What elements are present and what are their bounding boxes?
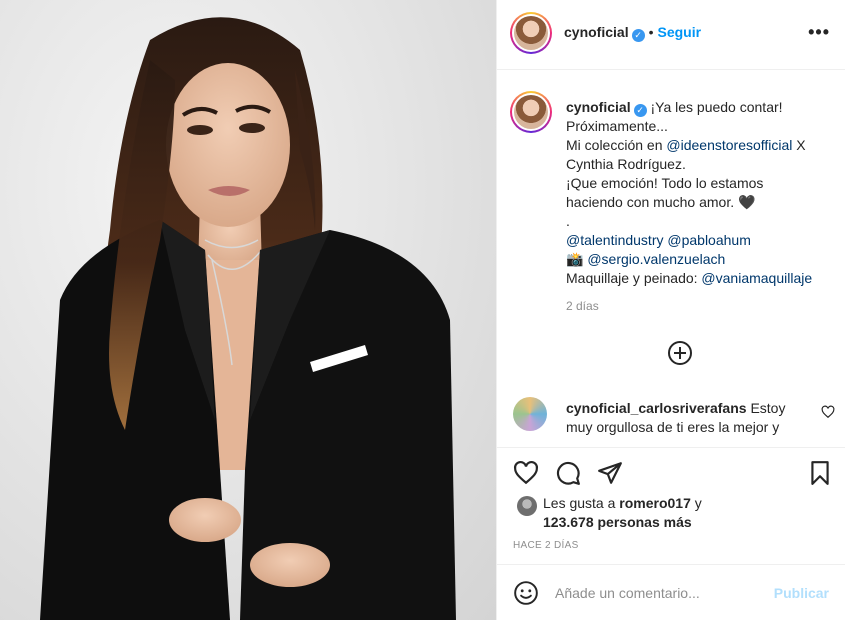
more-options-icon[interactable]: ••• [808,22,830,43]
comment-icon[interactable] [555,460,581,486]
add-comment-bar: Publicar [497,564,845,620]
likes-summary: Les gusta a romero017 y 123.678 personas… [497,494,845,534]
verified-badge-icon: ✓ [633,104,647,117]
separator-dot: • [648,24,654,40]
caption-line-3-suffix: X [792,137,806,153]
caption-line-2: Próximamente... [566,118,668,134]
comment-avatar[interactable] [513,397,547,431]
likes-middle: y [690,495,702,511]
caption-username[interactable]: cynoficial [566,99,631,115]
comment-username[interactable]: cynoficial_carlosriverafans [566,400,747,416]
plus-circle-icon[interactable] [668,341,692,365]
emoji-icon[interactable] [513,580,539,606]
header-username[interactable]: cynoficial [564,24,629,40]
mention-vaniamaquillaje[interactable]: @vaniamaquillaje [701,270,812,286]
post-header: cynoficial ✓ • Seguir ••• [497,0,845,70]
header-user: cynoficial ✓ • Seguir [564,24,701,42]
comment-input[interactable] [555,581,755,605]
liker-avatar[interactable] [517,496,537,516]
likes-count[interactable]: 123.678 personas más [543,514,692,530]
post-side-panel: cynoficial ✓ • Seguir ••• cynoficial ✓ ¡Ya l… [496,0,845,620]
mention-ideenstoresofficial[interactable]: @ideenstoresofficial [666,137,792,153]
caption-line-4: Cynthia Rodríguez. [566,156,686,172]
caption-line-7: . [566,213,570,229]
mention-talentindustry[interactable]: @talentindustry [566,232,663,248]
mention-pabloahum[interactable]: @pabloahum [667,232,751,248]
share-icon[interactable] [597,460,623,486]
caption-line-1: ¡Ya les puedo contar! [650,99,783,115]
comment-heart-icon[interactable] [821,405,835,419]
bookmark-icon[interactable] [807,460,833,486]
avatar[interactable] [510,12,552,54]
verified-badge-icon: ✓ [631,29,645,42]
action-bar [497,447,845,499]
publish-button[interactable]: Publicar [774,585,829,601]
comment-text: cynoficial_carlosriverafans Estoy muy or… [566,399,811,437]
likes-user[interactable]: romero017 [619,495,691,511]
caption-line-6: haciendo con mucho amor. 🖤 [566,194,756,210]
post-age[interactable]: HACE 2 DÍAS [513,540,579,551]
post-photo[interactable] [0,0,496,620]
heart-icon[interactable] [513,460,539,486]
caption-timestamp[interactable]: 2 días [566,299,599,313]
caption-area: cynoficial ✓ ¡Ya les puedo contar! Próxim… [497,71,845,446]
caption-avatar[interactable] [510,91,552,133]
mention-sergio-valenzuelach[interactable]: @sergio.valenzuelach [587,251,725,267]
comment-item: cynoficial_carlosriverafans Estoy muy or… [497,395,845,445]
likes-prefix: Les gusta a [543,495,620,511]
caption-line-3-prefix: Mi colección en [566,137,667,153]
caption-makeup-prefix: Maquillaje y peinado: [566,270,702,286]
camera-emoji-icon: 📸 [566,251,584,267]
follow-button[interactable]: Seguir [658,24,702,40]
likes-text: Les gusta a romero017 y 123.678 personas… [543,494,702,532]
caption-line-5: ¡Que emoción! Todo lo estamos [566,175,764,191]
caption-text: cynoficial ✓ ¡Ya les puedo contar! Próxim… [566,98,836,288]
